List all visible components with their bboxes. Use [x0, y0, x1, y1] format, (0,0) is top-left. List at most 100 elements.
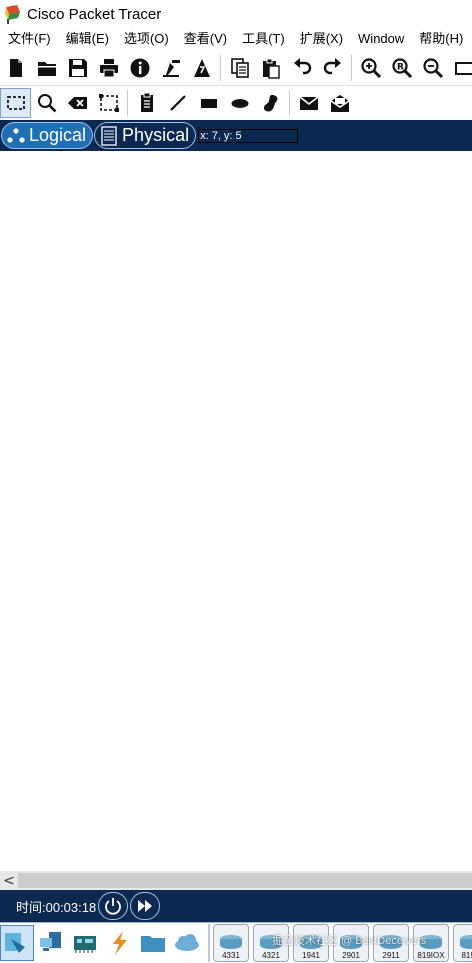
- menu-window[interactable]: Window: [350, 28, 411, 50]
- router-icon: [220, 935, 242, 949]
- delete-tool-button[interactable]: [62, 88, 93, 118]
- print-icon: [99, 58, 118, 77]
- device-router-2901[interactable]: 2901: [333, 924, 369, 962]
- title-bar: Cisco Packet Tracer: [0, 0, 472, 28]
- simple-pdu-icon: [299, 96, 318, 110]
- save-button[interactable]: [62, 53, 93, 83]
- freeform-icon: [263, 95, 277, 112]
- cursor-coordinates: x: 7, y: 5: [198, 128, 299, 143]
- device-router-1941[interactable]: 1941: [293, 924, 329, 962]
- scroll-thumb[interactable]: [18, 873, 472, 888]
- select-tool-button[interactable]: [0, 88, 31, 118]
- router-icon: [380, 935, 402, 949]
- new-file-icon: [9, 58, 22, 77]
- menu-options[interactable]: 选项(O): [116, 28, 176, 50]
- resize-tool-button[interactable]: [93, 88, 124, 118]
- menu-help[interactable]: 帮助(H): [411, 28, 470, 50]
- zoom-in-button[interactable]: [355, 53, 386, 83]
- category-components[interactable]: [68, 925, 102, 961]
- delete-icon: [67, 97, 87, 109]
- undo-button[interactable]: [286, 53, 317, 83]
- print-button[interactable]: [93, 53, 124, 83]
- rectangle-window-icon: [454, 61, 472, 75]
- draw-line-button[interactable]: [162, 88, 193, 118]
- logical-view-label: Logical: [29, 125, 87, 145]
- inspect-tool-button[interactable]: [31, 88, 62, 118]
- physical-rack-icon: [101, 125, 117, 146]
- logical-workspace[interactable]: [0, 151, 472, 871]
- power-cycle-icon: [105, 898, 122, 915]
- redo-icon: [323, 57, 341, 74]
- device-router-4321[interactable]: 4321: [253, 924, 289, 962]
- menu-file[interactable]: 文件(F): [0, 28, 58, 50]
- simulation-time-bar: 时间:00:03:18: [0, 890, 472, 922]
- device-bar-separator: [208, 924, 210, 962]
- drawing-palette-button[interactable]: [448, 53, 472, 83]
- device-router-4331[interactable]: 4331: [213, 924, 249, 962]
- router-icon: [460, 935, 472, 949]
- category-connections[interactable]: [102, 925, 136, 961]
- zoom-out-button[interactable]: [417, 53, 448, 83]
- add-simple-pdu-button[interactable]: [293, 88, 324, 118]
- category-end-devices[interactable]: [34, 925, 68, 961]
- components-icon: [74, 936, 96, 953]
- undo-icon: [293, 57, 311, 74]
- miscellaneous-icon: [141, 936, 165, 952]
- paste-icon: [262, 58, 280, 79]
- menu-tools[interactable]: 工具(T): [234, 28, 292, 50]
- info-button[interactable]: [124, 53, 155, 83]
- zoom-in-icon: [360, 57, 381, 78]
- device-router-819iox[interactable]: 819IOX: [413, 924, 449, 962]
- device-label: 819H: [461, 951, 472, 960]
- router-icon: [420, 935, 442, 949]
- zoom-reset-button[interactable]: R: [386, 53, 417, 83]
- scroll-left-icon[interactable]: <: [0, 871, 18, 890]
- paste-button[interactable]: [255, 53, 286, 83]
- device-label: 2901: [342, 951, 360, 960]
- logical-view-tab[interactable]: Logical: [1, 122, 94, 149]
- draw-rectangle-button[interactable]: [193, 88, 224, 118]
- copy-button[interactable]: [224, 53, 255, 83]
- resize-icon: [98, 94, 119, 112]
- zoom-reset-icon: R: [391, 57, 412, 78]
- custom-pdu-icon: [193, 58, 210, 77]
- place-note-button[interactable]: [131, 88, 162, 118]
- device-router-819h[interactable]: 819H: [453, 924, 472, 962]
- simulation-time: 时间:00:03:18: [16, 899, 97, 915]
- open-button[interactable]: [31, 53, 62, 83]
- device-label: 4331: [222, 951, 240, 960]
- physical-view-tab[interactable]: Physical: [94, 122, 197, 149]
- svg-text:R: R: [397, 62, 404, 72]
- tools-toolbar: [0, 86, 472, 120]
- redo-button[interactable]: [317, 53, 348, 83]
- category-network-devices[interactable]: [0, 925, 34, 961]
- activity-wizard-button[interactable]: [155, 53, 186, 83]
- fast-forward-icon: [138, 900, 153, 912]
- window-title: Cisco Packet Tracer: [27, 5, 162, 23]
- fast-forward-button[interactable]: [130, 892, 161, 920]
- toolbar-separator: [289, 90, 290, 116]
- add-complex-pdu-button[interactable]: [324, 88, 355, 118]
- freeform-button[interactable]: [255, 88, 286, 118]
- category-miscellaneous[interactable]: [136, 925, 170, 961]
- device-label: 1941: [302, 951, 320, 960]
- power-cycle-button[interactable]: [98, 892, 129, 920]
- custom-pdu-button[interactable]: [186, 53, 217, 83]
- horizontal-scrollbar[interactable]: <: [0, 871, 472, 890]
- view-bar: Logical Physical x: 7, y: 5: [0, 120, 472, 151]
- toolbar-separator: [220, 54, 221, 81]
- menu-extensions[interactable]: 扩展(X): [292, 28, 350, 50]
- router-icon: [300, 935, 322, 949]
- copy-icon: [230, 57, 249, 78]
- category-multiuser[interactable]: [170, 925, 204, 961]
- menu-view[interactable]: 查看(V): [176, 28, 234, 50]
- multiuser-icon: [175, 934, 199, 951]
- new-button[interactable]: [0, 53, 31, 83]
- open-folder-icon: [37, 61, 56, 76]
- menu-bar: 文件(F) 编辑(E) 选项(O) 查看(V) 工具(T) 扩展(X) Wind…: [0, 28, 472, 50]
- menu-edit[interactable]: 编辑(E): [58, 28, 116, 50]
- info-icon: [130, 58, 149, 77]
- complex-pdu-icon: [330, 95, 349, 112]
- draw-ellipse-button[interactable]: [224, 88, 255, 118]
- device-router-2911[interactable]: 2911: [373, 924, 409, 962]
